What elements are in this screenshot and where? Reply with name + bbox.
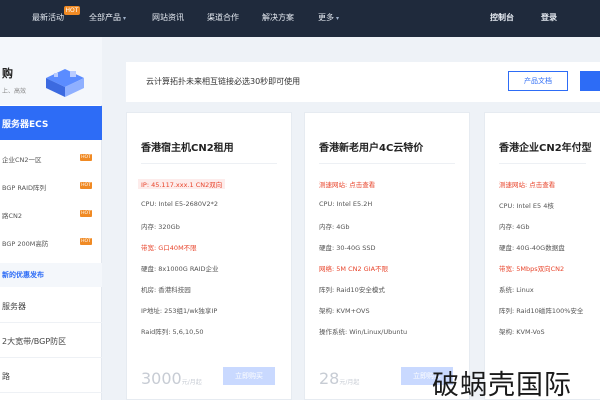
sidebar-section-label: 新的优惠发布 <box>2 271 44 279</box>
sidebar-item-label: 2大宽带/BGP防区 <box>2 337 67 346</box>
spec-line: 内存: 320Gb <box>141 223 180 231</box>
sidebar-item-label: 路 <box>2 372 10 381</box>
sidebar-item-bgp-ddos[interactable]: BGP 200M高防 HOT <box>0 229 102 255</box>
card-divider <box>499 163 586 164</box>
card-title: 香港新老用户4C云特价 <box>319 143 424 154</box>
hot-tag: HOT <box>80 182 92 189</box>
watermark-text: 破蜗壳国际 <box>432 370 572 400</box>
spec-line: CPU: Intel E5.2H <box>319 200 373 208</box>
card-title: 香港宿主机CN2租用 <box>141 143 234 154</box>
notice-bar: 云计算拓扑未来相互链接必选30秒即可使用 产品文档 <box>126 62 600 102</box>
spec-line: 测速网站: 点击查看 <box>499 181 556 189</box>
sidebar-header: 购 上、高效 <box>0 37 102 105</box>
hot-tag: HOT <box>80 238 92 245</box>
sidebar-item-ecs[interactable]: 服务器ECS <box>0 106 102 140</box>
nav-latest-activity[interactable]: 最新活动 <box>32 12 64 24</box>
product-card: 香港宿主机CN2租用 IP: 45.117.xxx.1 CN2双向 CPU: I… <box>126 112 292 400</box>
sidebar-item-cn2[interactable]: 企业CN2一区 HOT <box>0 145 102 171</box>
sidebar-header-title: 购 <box>2 67 13 80</box>
spec-line: 系统: Linux <box>499 286 534 294</box>
nav-news[interactable]: 网站资讯 <box>152 12 184 24</box>
sidebar-header-subtitle: 上、高效 <box>2 88 27 95</box>
spec-line: CPU: Intel E5 4核 <box>499 202 554 210</box>
product-card: 香港企业CN2年付型 测速网站: 点击查看 CPU: Intel E5 4核 内… <box>484 112 600 400</box>
notice-text: 云计算拓扑未来相互链接必选30秒即可使用 <box>146 77 301 86</box>
spec-line: 测速网站: 点击查看 <box>319 181 376 189</box>
spec-line: 架构: KVM-VoS <box>499 328 545 336</box>
spec-line: 机房: 香港科技园 <box>141 286 191 294</box>
cube-illustration-icon <box>46 69 84 97</box>
price-unit: 元/月起 <box>181 379 202 386</box>
sidebar-item-label: 服务器 <box>2 302 26 311</box>
sidebar-item-cn2-route[interactable]: 路CN2 HOT <box>0 201 102 227</box>
price: 28元/月起 <box>319 369 359 388</box>
action-button[interactable] <box>580 71 600 91</box>
login-link[interactable]: 登录 <box>541 12 557 24</box>
spec-line: 带宽: 5Mbps双向CN2 <box>499 265 565 273</box>
spec-line: 内存: 4Gb <box>499 223 530 231</box>
sidebar-item-label: 服务器ECS <box>2 120 49 130</box>
sidebar-section-promo: 新的优惠发布 <box>0 263 102 287</box>
product-card: 香港新老用户4C云特价 测速网站: 点击查看 CPU: Intel E5.2H … <box>304 112 470 400</box>
spec-line: 阵列: Raid10磁阵100%安全 <box>499 307 584 315</box>
price-unit: 元/月起 <box>339 379 360 386</box>
spec-line: 内存: 4Gb <box>319 223 350 231</box>
price-value: 3000 <box>141 369 182 388</box>
sidebar-item-server[interactable]: 服务器 <box>0 289 102 323</box>
spec-line: 架构: KVM+OVS <box>319 307 370 315</box>
nav-partners[interactable]: 渠道合作 <box>207 12 239 24</box>
hot-tag: HOT <box>80 210 92 217</box>
spec-line: 带宽: G口40M不限 <box>141 244 197 252</box>
spec-line: Raid阵列: 5,6,10,50 <box>141 328 204 336</box>
spec-line: 硬盘: 8x1000G RAID企业 <box>141 265 219 273</box>
chevron-down-icon: ▾ <box>336 15 340 22</box>
sidebar: 购 上、高效 服务器ECS 企业CN2一区 HOT BGP RAID阵列 HOT… <box>0 37 102 400</box>
sidebar-item-label: 企业CN2一区 <box>2 156 42 164</box>
spec-line: IP地址: 253组1/wk独享IP <box>141 307 218 315</box>
card-divider <box>319 163 455 164</box>
sidebar-item-bandwidth[interactable]: 2大宽带/BGP防区 <box>0 324 102 358</box>
console-link[interactable]: 控制台 <box>490 12 514 24</box>
spec-line: 操作系统: Win/Linux/Ubuntu <box>319 328 408 336</box>
nav-more[interactable]: 更多 ▾ <box>318 12 339 25</box>
price-value: 28 <box>319 369 340 388</box>
spec-line: 阵列: Raid10安全模式 <box>319 286 385 294</box>
sidebar-item-label: 路CN2 <box>2 212 23 220</box>
nav-more-label: 更多 <box>318 13 334 22</box>
hot-tag: HOT <box>80 154 92 161</box>
spec-line: 硬盘: 30-40G SSD <box>319 244 376 252</box>
product-docs-button[interactable]: 产品文档 <box>508 71 568 91</box>
chevron-down-icon: ▾ <box>123 15 127 22</box>
top-navbar: 最新活动 HOT 全部产品 ▾ 网站资讯 渠道合作 解决方案 更多 ▾ 控制台 登录 <box>0 0 600 37</box>
nav-solutions[interactable]: 解决方案 <box>262 12 294 24</box>
sidebar-item-label: BGP 200M高防 <box>2 240 49 248</box>
spec-line: 硬盘: 40G-40G数据盘 <box>499 244 565 252</box>
nav-all-products[interactable]: 全部产品 ▾ <box>89 12 126 25</box>
nav-all-products-label: 全部产品 <box>89 13 121 22</box>
card-divider <box>141 163 277 164</box>
hot-badge: HOT <box>64 6 80 15</box>
sidebar-item-bgp-raid[interactable]: BGP RAID阵列 HOT <box>0 173 102 199</box>
spec-line: 网络: 5M CN2 GIA不限 <box>319 265 389 273</box>
sidebar-item-route[interactable]: 路 <box>0 359 102 393</box>
sidebar-item-label: BGP RAID阵列 <box>2 184 46 192</box>
card-title: 香港企业CN2年付型 <box>499 143 592 154</box>
price: 3000元/月起 <box>141 369 202 388</box>
spec-line: IP: 45.117.xxx.1 CN2双向 <box>138 179 226 189</box>
buy-now-button[interactable]: 立即购买 <box>223 367 275 385</box>
spec-line: CPU: Intel E5-2680V2*2 <box>141 200 219 208</box>
